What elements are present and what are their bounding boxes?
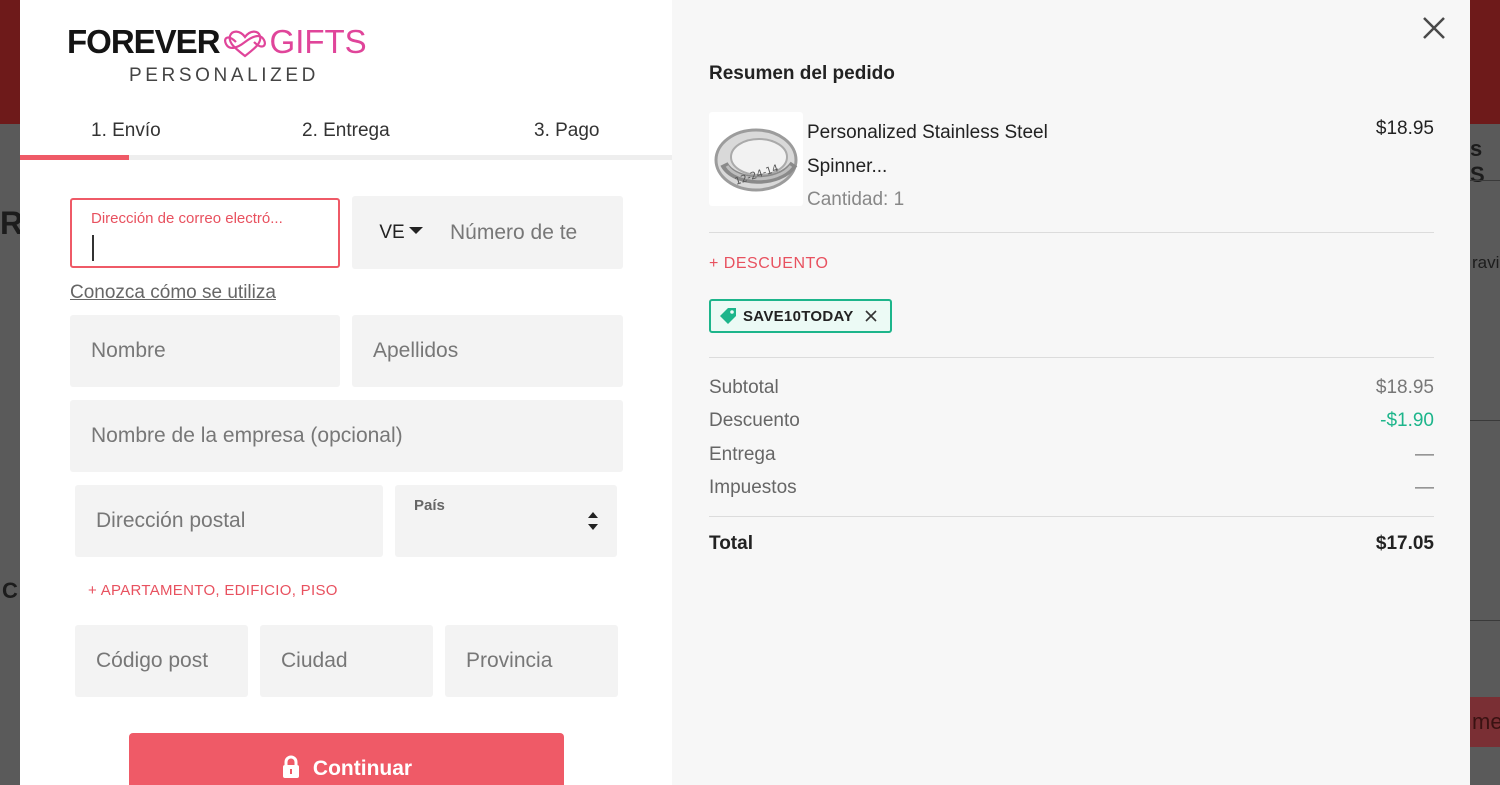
infinity-heart-icon xyxy=(223,30,266,58)
background-text: C xyxy=(2,578,18,603)
taxes-value: — xyxy=(1415,477,1434,498)
applied-coupon-chip: SAVE10TODAY xyxy=(709,299,892,333)
order-summary-title: Resumen del pedido xyxy=(709,63,895,84)
logo-word-gifts: GIFTS xyxy=(269,23,367,60)
logo-tagline: PERSONALIZED xyxy=(129,65,319,86)
step-delivery[interactable]: 2. Entrega xyxy=(302,120,390,142)
discount-value: -$1.90 xyxy=(1380,410,1434,431)
address-input[interactable]: Dirección postal xyxy=(75,485,383,557)
discount-label: Descuento xyxy=(709,410,800,431)
coupon-code: SAVE10TODAY xyxy=(743,307,854,325)
email-field-label: Dirección de correo electró... xyxy=(91,210,283,227)
product-price: $18.95 xyxy=(1375,118,1434,139)
continue-button-label: Continuar xyxy=(312,757,413,780)
brand-logo[interactable]: FOREVER GIFTS PERSONALIZED xyxy=(67,22,387,92)
step-payment[interactable]: 3. Pago xyxy=(534,120,600,142)
phone-field[interactable]: VE Número de te xyxy=(352,196,623,269)
tag-icon xyxy=(720,308,736,324)
product-name: Personalized Stainless Steel Spinner... xyxy=(807,122,1048,177)
lock-icon xyxy=(282,755,299,778)
subtotal-value: $18.95 xyxy=(1375,377,1434,398)
product-thumbnail: 12-24-14 xyxy=(709,112,803,206)
background-divider xyxy=(1470,180,1500,181)
summary-divider xyxy=(709,516,1434,517)
logo-word-forever: FOREVER xyxy=(67,23,221,60)
background-divider xyxy=(1470,620,1500,621)
continue-button[interactable]: Continuar xyxy=(129,733,564,785)
summary-divider xyxy=(709,357,1434,358)
taxes-label: Impuestos xyxy=(709,477,797,498)
company-input[interactable]: Nombre de la empresa (opcional) xyxy=(70,400,623,472)
background-text: me xyxy=(1472,709,1500,734)
product-quantity: Cantidad: 1 xyxy=(807,189,905,210)
postal-code-input[interactable]: Código post xyxy=(75,625,248,697)
country-select[interactable]: País xyxy=(395,485,617,557)
caret-down-icon xyxy=(408,227,423,234)
active-step-indicator xyxy=(20,155,129,160)
total-label: Total xyxy=(709,533,753,554)
text-cursor xyxy=(92,235,94,261)
phone-input[interactable]: Número de te xyxy=(450,221,610,245)
learn-how-used-link[interactable]: Conozca cómo se utiliza xyxy=(70,282,276,304)
subtotal-label: Subtotal xyxy=(709,377,779,398)
first-name-input[interactable]: Nombre xyxy=(70,315,340,387)
remove-coupon-icon[interactable] xyxy=(864,309,878,323)
background-text: ravi xyxy=(1472,253,1500,272)
total-value: $17.05 xyxy=(1375,533,1434,554)
city-input[interactable]: Ciudad xyxy=(260,625,433,697)
delivery-value: — xyxy=(1415,444,1434,465)
province-input[interactable]: Provincia xyxy=(445,625,618,697)
step-shipping[interactable]: 1. Envío xyxy=(91,120,161,142)
phone-country-code: VE xyxy=(379,221,405,243)
checkout-steps: 1. Envío 2. Entrega 3. Pago xyxy=(20,110,672,160)
shipping-form-panel: FOREVER GIFTS PERSONALIZED 1. Envío 2. E… xyxy=(20,0,672,785)
add-discount-link[interactable]: + DESCUENTO xyxy=(709,255,828,273)
background-button: me xyxy=(1470,697,1500,747)
ring-icon: 12-24-14 xyxy=(714,128,798,192)
delivery-label: Entrega xyxy=(709,444,776,465)
summary-divider xyxy=(709,232,1434,233)
close-icon[interactable] xyxy=(1420,14,1448,42)
last-name-input[interactable]: Apellidos xyxy=(352,315,623,387)
up-down-arrows-icon xyxy=(588,512,598,530)
background-divider xyxy=(1470,420,1500,421)
phone-country-select[interactable]: VE xyxy=(352,196,450,269)
email-field[interactable]: Dirección de correo electró... xyxy=(70,198,340,268)
add-apartment-link[interactable]: + APARTAMENTO, EDIFICIO, PISO xyxy=(88,582,338,599)
